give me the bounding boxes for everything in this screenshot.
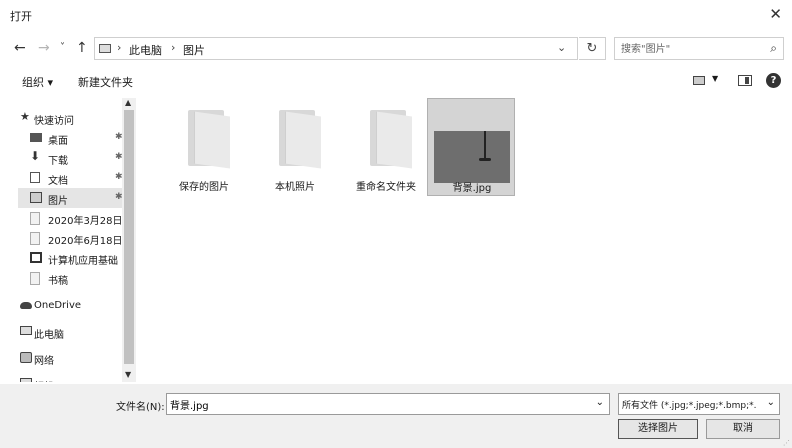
folder-icon (370, 110, 412, 169)
file-type-filter-value: 所有文件 (*.jpg;*.jpeg;*.bmp;*. (622, 401, 757, 411)
computer-icon (20, 326, 32, 335)
filename-combobox[interactable]: ⌄ (166, 393, 610, 415)
camera-icon (20, 378, 32, 382)
dialog-title: 打开 (10, 10, 32, 23)
chevron-down-icon[interactable]: ⌄ (596, 397, 604, 408)
search-icon[interactable]: ⌕ (770, 41, 777, 56)
folder-icon (30, 272, 40, 285)
sidebar-item-label: OneDrive (34, 300, 82, 311)
file-item-name: 保存的图片 (179, 182, 229, 193)
file-item-name: 背景.jpg (452, 183, 492, 194)
file-item-folder[interactable]: 重命名文件夹 (342, 98, 430, 196)
desktop-icon (30, 133, 42, 142)
sidebar-item-quick-access[interactable]: ★ 快速访问 (18, 108, 136, 128)
thumbnail-lamp-base (479, 158, 491, 161)
scroll-down-icon[interactable]: ▼ (125, 370, 131, 379)
sidebar-item-pictures[interactable]: 图片 ✱ (18, 188, 136, 208)
sidebar-item-label: 文档 (48, 176, 68, 187)
search-input[interactable] (621, 41, 761, 57)
file-item-name: 本机照片 (275, 182, 315, 193)
sidebar-item-label: 图片 (48, 196, 68, 207)
address-dropdown-icon[interactable]: ⌄ (557, 41, 566, 54)
sidebar-item-manuscript[interactable]: 书稿 (18, 268, 136, 288)
refresh-button[interactable]: ↻ (579, 37, 606, 60)
file-item-folder[interactable]: 本机照片 (251, 98, 339, 196)
sidebar-item-camera[interactable]: 相机 (18, 374, 136, 382)
folder-icon (30, 232, 40, 245)
sidebar-item-desktop[interactable]: 桌面 ✱ (18, 128, 136, 148)
star-icon: ★ (20, 110, 30, 123)
back-arrow-icon[interactable]: ← (14, 40, 26, 56)
breadcrumb-separator: › (117, 41, 122, 54)
sidebar-item-downloads[interactable]: ⬇ 下载 ✱ (18, 148, 136, 168)
scrollbar-thumb[interactable] (124, 110, 134, 364)
chevron-down-icon[interactable]: ⌄ (767, 397, 775, 408)
image-thumbnail (434, 131, 510, 183)
resize-grip-icon[interactable]: ⋰ (783, 439, 790, 447)
organize-button[interactable]: 组织 ▾ (22, 74, 53, 90)
address-bar[interactable]: › 此电脑 › 图片 ⌄ (94, 37, 578, 60)
breadcrumb-pictures[interactable]: 图片 (183, 42, 205, 58)
sidebar-item-label: 快速访问 (34, 116, 74, 127)
sidebar-item-label: 2020年6月18日 (48, 236, 123, 247)
help-icon[interactable]: ? (766, 73, 781, 88)
recent-locations-chevron-icon[interactable]: ˅ (60, 42, 65, 53)
pictures-icon (30, 192, 42, 203)
download-icon: ⬇ (30, 149, 41, 163)
sidebar-item-label: 下载 (48, 156, 68, 167)
computer-icon (99, 44, 111, 53)
new-folder-button[interactable]: 新建文件夹 (78, 74, 133, 90)
sidebar-item-label: 桌面 (48, 136, 68, 147)
navigation-pane: ★ 快速访问 桌面 ✱ ⬇ 下载 ✱ 文档 ✱ 图片 ✱ 2020年3月28日 … (12, 98, 136, 382)
command-bar: 组织 ▾ 新建文件夹 ▼ ? (0, 68, 792, 94)
sidebar-item-folder-20200618[interactable]: 2020年6月18日 (18, 228, 136, 248)
sidebar-item-this-pc[interactable]: 此电脑 (18, 322, 136, 342)
document-icon (30, 172, 40, 183)
dialog-footer: 文件名(N): ⌄ 所有文件 (*.jpg;*.jpeg;*.bmp;*. ⌄ … (0, 384, 792, 448)
filename-input[interactable] (170, 397, 590, 412)
file-item-folder[interactable]: 保存的图片 (160, 98, 248, 196)
sidebar-item-label: 计算机应用基础 (48, 256, 118, 267)
file-item-name: 重命名文件夹 (356, 182, 416, 193)
sidebar-item-label: 书稿 (48, 276, 68, 287)
file-item-image-selected[interactable]: 背景.jpg (427, 98, 515, 196)
thumbnail-lamp-pole (484, 131, 486, 159)
search-box[interactable]: ⌕ (614, 37, 784, 60)
sidebar-item-label: 网络 (34, 356, 54, 367)
sidebar-item-label: 此电脑 (34, 330, 64, 341)
sidebar-scrollbar[interactable]: ▲ ▼ (122, 98, 136, 382)
title-bar: 打开 ✕ (0, 0, 792, 30)
network-icon (20, 352, 32, 363)
sidebar-item-documents[interactable]: 文档 ✱ (18, 168, 136, 188)
folder-icon (188, 110, 230, 169)
file-list: 保存的图片 本机照片 重命名文件夹 背景.jpg (140, 96, 790, 384)
view-dropdown-icon[interactable]: ▼ (712, 74, 718, 83)
breadcrumb-separator: › (171, 41, 176, 54)
folder-icon (279, 110, 321, 169)
folder-icon (30, 212, 40, 225)
sidebar-item-folder-20200328[interactable]: 2020年3月28日 (18, 208, 136, 228)
cloud-icon (20, 302, 32, 309)
breadcrumb-this-pc[interactable]: 此电脑 (129, 42, 162, 58)
scroll-up-icon[interactable]: ▲ (125, 98, 131, 107)
close-icon[interactable]: ✕ (769, 5, 782, 23)
cancel-button[interactable]: 取消 (706, 419, 780, 439)
book-icon (30, 252, 42, 263)
sidebar-item-onedrive[interactable]: OneDrive (18, 296, 136, 316)
file-type-filter[interactable]: 所有文件 (*.jpg;*.jpeg;*.bmp;*. ⌄ (618, 393, 780, 415)
filename-label: 文件名(N): (116, 402, 165, 413)
sidebar-item-label: 2020年3月28日 (48, 216, 123, 227)
open-button[interactable]: 选择图片 (618, 419, 698, 439)
preview-pane-icon[interactable] (738, 75, 752, 86)
up-arrow-icon[interactable]: ↑ (76, 40, 88, 56)
view-mode-icon[interactable] (693, 76, 705, 85)
sidebar-item-label: 相机 (34, 378, 54, 382)
forward-arrow-icon[interactable]: → (38, 40, 50, 56)
sidebar-item-computer-basics[interactable]: 计算机应用基础 (18, 248, 136, 268)
address-row: ← → ˅ ↑ › 此电脑 › 图片 ⌄ ↻ ⌕ (0, 36, 792, 62)
sidebar-item-network[interactable]: 网络 (18, 348, 136, 368)
